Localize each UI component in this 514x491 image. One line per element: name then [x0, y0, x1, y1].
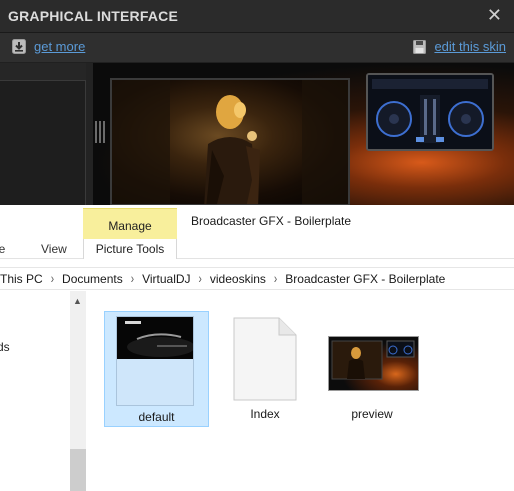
scroll-grip-icon: [95, 121, 105, 143]
picture-tools-label: Picture Tools: [95, 242, 165, 256]
close-icon[interactable]: ✕: [487, 5, 502, 25]
dialog-titlebar: GRAPHICAL INTERFACE ✕: [0, 0, 514, 33]
image-thumbnail: [116, 316, 194, 406]
preview-image: [329, 337, 418, 390]
file-name: Index: [250, 407, 280, 421]
navigation-pane: ds ▲: [0, 291, 86, 491]
breadcrumb: This PC › Documents › VirtualDJ › videos…: [0, 271, 445, 286]
dialog-title: GRAPHICAL INTERFACE: [8, 8, 178, 24]
file-name: preview: [351, 407, 393, 421]
chevron-right-icon[interactable]: ›: [51, 271, 54, 286]
get-more-label: get more: [34, 39, 86, 54]
get-more-button[interactable]: get more: [12, 39, 85, 54]
graphical-interface-dialog: GRAPHICAL INTERFACE ✕ get more edit this…: [0, 0, 514, 205]
address-bar[interactable]: This PC › Documents › VirtualDJ › videos…: [0, 267, 514, 290]
chevron-right-icon[interactable]: ›: [199, 271, 202, 286]
scroll-up-icon[interactable]: ▲: [73, 296, 82, 306]
download-icon: [12, 39, 26, 54]
tab-manage-label: Manage: [108, 219, 152, 233]
file-item-preview[interactable]: preview: [323, 336, 421, 429]
picture-tools-group: Picture Tools: [83, 239, 177, 259]
edit-skin-label: edit this skin: [434, 39, 506, 54]
tab-view[interactable]: View: [41, 242, 67, 256]
file-name: default: [138, 410, 175, 424]
image-thumbnail: [328, 336, 419, 391]
breadcrumb-current-folder[interactable]: Broadcaster GFX - Boilerplate: [285, 272, 445, 286]
tab-manage[interactable]: Manage: [83, 208, 177, 239]
chevron-right-icon[interactable]: ›: [274, 271, 277, 286]
performer-image: [112, 80, 348, 204]
file-explorer-window: are View Manage Picture Tools Broadcaste…: [0, 205, 514, 491]
turntable-image: [117, 317, 193, 359]
chevron-right-icon[interactable]: ›: [131, 271, 134, 286]
tab-share[interactable]: are: [0, 242, 5, 256]
file-item-default[interactable]: default: [104, 311, 209, 427]
document-icon: [233, 317, 297, 401]
dj-controller-image: [368, 75, 492, 149]
ribbon: are View Manage Picture Tools Broadcaste…: [0, 205, 514, 259]
thumbnail-image: [117, 317, 193, 359]
file-item-index[interactable]: Index: [226, 317, 304, 429]
file-list: default Index preview: [86, 291, 514, 491]
preview-video-frame: [110, 78, 350, 205]
skin-list-panel[interactable]: [0, 63, 86, 205]
breadcrumb-videoskins[interactable]: videoskins: [210, 272, 266, 286]
preview-controller-image: [366, 73, 494, 151]
nav-scrollbar[interactable]: ▲: [70, 291, 86, 491]
breadcrumb-this-pc[interactable]: This PC: [0, 272, 43, 286]
skin-preview: [93, 63, 514, 205]
dialog-toolbar: get more edit this skin: [0, 33, 514, 63]
nav-item-label[interactable]: ds: [0, 340, 10, 354]
breadcrumb-virtualdj[interactable]: VirtualDJ: [142, 272, 190, 286]
scrollbar-thumb[interactable]: [70, 449, 86, 491]
breadcrumb-documents[interactable]: Documents: [62, 272, 123, 286]
edit-skin-button[interactable]: edit this skin: [413, 39, 506, 54]
skin-list-row[interactable]: [0, 63, 86, 81]
window-title: Broadcaster GFX - Boilerplate: [191, 214, 352, 228]
floppy-disk-icon: [413, 39, 427, 54]
